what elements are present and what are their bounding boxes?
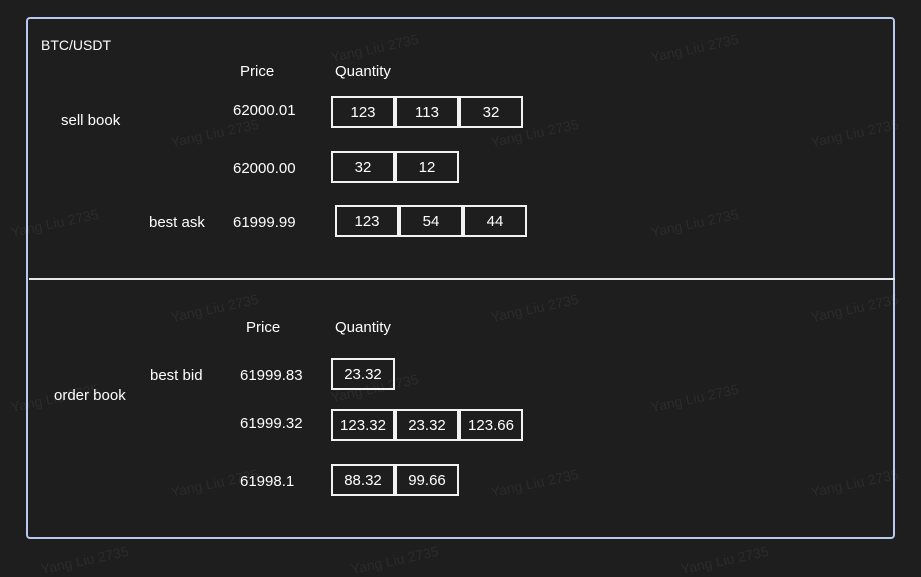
watermark: Yang Liu 2735 [679, 542, 770, 577]
buy-quantity-cell: 23.32 [395, 409, 459, 441]
buy-quantity-header: Quantity [335, 319, 391, 336]
order-book-label: order book [54, 387, 126, 404]
buy-price: 61998.1 [240, 473, 295, 490]
buy-price-header: Price [246, 319, 281, 336]
sell-quantity-cell: 123 [331, 96, 395, 128]
watermark: Yang Liu 2735 [349, 542, 440, 577]
sell-book-label: sell book [61, 112, 121, 129]
best-bid-label: best bid [150, 367, 203, 384]
watermark: Yang Liu 2735 [39, 542, 130, 577]
buy-quantity-cell: 88.32 [331, 464, 395, 496]
buy-price: 61999.32 [240, 415, 303, 432]
sell-quantity-cell: 32 [459, 96, 523, 128]
sell-price-header: Price [240, 63, 275, 80]
sell-price: 62000.00 [233, 160, 296, 177]
buy-quantity-cell: 123.66 [459, 409, 523, 441]
best-ask-label: best ask [149, 214, 205, 231]
sell-price: 62000.01 [233, 102, 296, 119]
sell-quantity-cell: 12 [395, 151, 459, 183]
best-ask-price: 61999.99 [233, 214, 296, 231]
book-divider [29, 278, 895, 280]
sell-quantity-cell: 113 [395, 96, 459, 128]
sell-quantity-cell: 54 [399, 205, 463, 237]
buy-quantity-cell: 123.32 [331, 409, 395, 441]
buy-quantity-cell: 23.32 [331, 358, 395, 390]
buy-quantity-cell: 99.66 [395, 464, 459, 496]
sell-quantity-cell: 123 [335, 205, 399, 237]
best-bid-price: 61999.83 [240, 367, 303, 384]
sell-quantity-cell: 32 [331, 151, 395, 183]
sell-quantity-cell: 44 [463, 205, 527, 237]
pair-title: BTC/USDT [41, 37, 111, 53]
sell-quantity-header: Quantity [335, 63, 391, 80]
